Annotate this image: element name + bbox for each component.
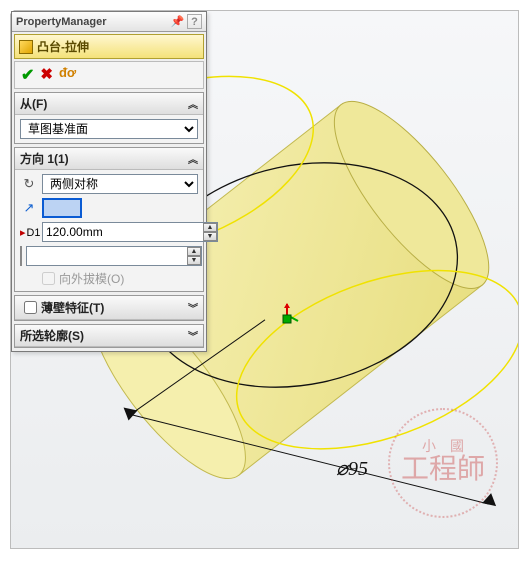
section-selected-contours-header[interactable]: 所选轮廓(S) ︾ [15, 325, 203, 347]
diameter-dimension: ⌀95 [336, 456, 368, 481]
chevron-down-icon: ︾ [188, 300, 198, 315]
section-from-header[interactable]: 从(F) ︽ [15, 93, 203, 115]
depth-icon: ▸D1 [20, 226, 38, 239]
depth-spin-down[interactable]: ▼ [203, 232, 217, 241]
draft-spin-down[interactable]: ▼ [187, 256, 201, 265]
detailed-preview-button[interactable]: ᵭơ [59, 65, 76, 85]
section-selected-contours: 所选轮廓(S) ︾ [14, 324, 204, 348]
section-from: 从(F) ︽ 草图基准面 [14, 92, 204, 144]
feature-name: 凸台-拉伸 [37, 38, 89, 55]
section-thin-feature: 薄壁特征(T) ︾ [14, 295, 204, 321]
pushpin-icon[interactable]: 📌 [170, 14, 185, 29]
action-buttons: ✔ ✖ ᵭơ [14, 61, 204, 89]
cancel-button[interactable]: ✖ [40, 65, 53, 85]
chevron-up-icon: ︽ [188, 96, 198, 111]
pm-title: PropertyManager [16, 16, 168, 28]
pm-header: PropertyManager 📌 ? [12, 12, 206, 32]
section-direction1-header[interactable]: 方向 1(1) ︽ [15, 148, 203, 170]
draft-outward-checkbox [42, 272, 55, 285]
depth-spin-up[interactable]: ▲ [203, 223, 217, 232]
direction-arrow-icon[interactable]: ↗ [20, 200, 38, 216]
help-icon[interactable]: ? [187, 14, 202, 29]
feature-title-bar: 凸台-拉伸 [14, 34, 204, 59]
draft-outward-row: 向外拔模(O) [42, 270, 198, 287]
end-condition-select[interactable]: 两侧对称 [42, 174, 198, 194]
origin-triad-icon [275, 303, 299, 327]
draft-outward-label: 向外拔模(O) [59, 270, 124, 287]
from-start-condition-select[interactable]: 草图基准面 [20, 119, 198, 139]
thin-feature-checkbox[interactable] [24, 301, 37, 314]
depth-input[interactable] [42, 222, 218, 242]
direction-selection-box[interactable] [42, 198, 82, 218]
section-direction1: 方向 1(1) ︽ ↻ 两侧对称 ↗ ▸D1 [14, 147, 204, 292]
chevron-down-icon: ︾ [188, 328, 198, 343]
extrude-icon [19, 40, 33, 54]
section-thin-feature-header[interactable]: 薄壁特征(T) ︾ [15, 296, 203, 320]
ok-button[interactable]: ✔ [21, 65, 34, 85]
draft-toggle-button[interactable] [20, 246, 22, 266]
draft-spin-up[interactable]: ▲ [187, 247, 201, 256]
draft-angle-input[interactable] [26, 246, 202, 266]
chevron-up-icon: ︽ [188, 151, 198, 166]
viewport-3d[interactable]: ⌀95 小國 工程師 PropertyManager 📌 ? 凸台-拉伸 ✔ ✖… [10, 10, 519, 549]
reverse-direction-icon[interactable]: ↻ [20, 176, 38, 192]
property-manager-panel: PropertyManager 📌 ? 凸台-拉伸 ✔ ✖ ᵭơ 从(F) ︽ … [11, 11, 207, 352]
